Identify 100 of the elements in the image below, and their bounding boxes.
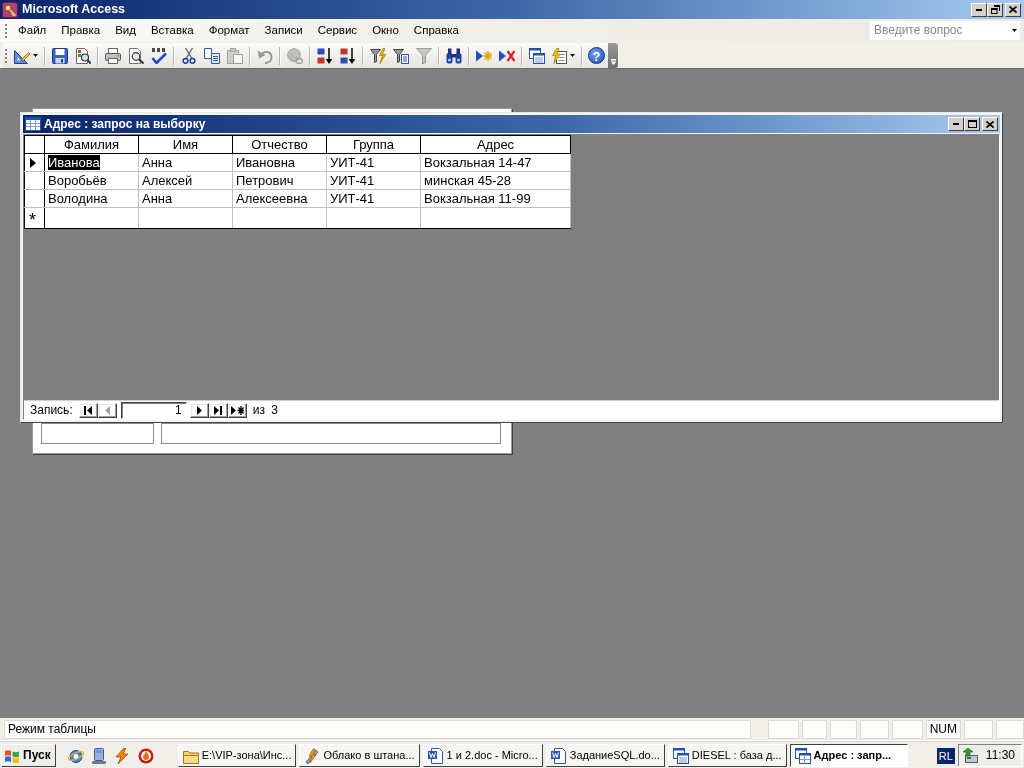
menu-item[interactable]: Правка (54, 21, 108, 40)
table-cell: Алексеевна (232, 189, 327, 208)
close-button[interactable] (982, 117, 998, 131)
copy-icon (203, 47, 220, 64)
table-cell[interactable] (326, 207, 421, 229)
minimize-icon (976, 8, 982, 11)
window-stack-icon (528, 47, 545, 64)
taskbar-button[interactable]: 1 и 2.doc - Micro... (422, 744, 543, 767)
caret-icon (1012, 29, 1017, 32)
start-button[interactable]: Пуск (1, 744, 56, 767)
record-count: из 3 (252, 402, 278, 418)
help-search-field[interactable]: Введите вопрос (870, 21, 1020, 40)
taskbar-button[interactable]: DIESEL : база д... (667, 744, 787, 767)
window-title: Microsoft Access (22, 2, 126, 17)
flag-icon (4, 748, 20, 763)
table-cell: Володина (44, 189, 139, 208)
first-record-icon (84, 405, 93, 415)
funnel-lightning-icon (369, 47, 386, 64)
window-title: Адрес : запрос на выборку (44, 116, 206, 132)
menu-item[interactable]: Сервис (310, 21, 365, 40)
table-cell[interactable] (138, 207, 233, 229)
table-cell[interactable] (420, 207, 571, 229)
minimize-button[interactable] (971, 2, 987, 17)
window-stack-icon (672, 747, 689, 764)
minimize-button[interactable] (948, 117, 964, 131)
clock-time: 11:30 (985, 748, 1015, 763)
pencil-lightning-icon (304, 747, 321, 764)
maximize-icon (967, 120, 977, 128)
key-icon (2, 1, 18, 18)
taskbar-button[interactable]: E:\VIP-зона\Инс... (177, 744, 297, 767)
checkmark-icon (150, 47, 167, 64)
menu-item[interactable]: Вид (108, 21, 143, 40)
row-selector[interactable] (24, 189, 45, 208)
computer-icon[interactable] (91, 747, 106, 764)
row-selector[interactable] (24, 171, 45, 190)
menu-item[interactable]: Справка (406, 21, 466, 40)
table-cell: УИТ-41 (326, 153, 421, 172)
menu-item[interactable]: Записи (257, 21, 310, 40)
table-cell: Петрович (232, 171, 327, 190)
next-record-icon (196, 405, 202, 415)
table-cell: УИТ-41 (326, 171, 421, 190)
document-icon (550, 747, 567, 764)
table-cell[interactable] (232, 207, 327, 229)
toolbar-options-button[interactable] (608, 43, 618, 68)
column-header[interactable]: Имя (138, 135, 233, 154)
column-header[interactable]: Отчество (232, 135, 327, 154)
column-header[interactable]: Адрес (420, 135, 571, 154)
navigator-label: Запись: (30, 402, 73, 418)
previous-record-icon (104, 405, 110, 415)
menu-item[interactable]: Вставка (143, 21, 201, 40)
last-record-icon (214, 405, 223, 415)
new-record-marker: * (24, 207, 45, 229)
page-magnifier-icon (127, 47, 144, 64)
datasheet-icon (794, 747, 811, 764)
navigator-button[interactable] (227, 402, 247, 418)
table-cell: Вокзальная 11-99 (420, 189, 571, 208)
globe-chain-icon (286, 47, 303, 64)
row-selector[interactable] (24, 153, 45, 172)
taskbar-button[interactable]: Облако в штана... (299, 744, 420, 767)
restore-button[interactable] (987, 2, 1003, 17)
menu-item[interactable]: Окно (365, 21, 406, 40)
navigator-button[interactable] (208, 402, 228, 418)
close-icon (986, 120, 994, 128)
select-all-corner[interactable] (24, 135, 45, 154)
input-field[interactable] (41, 423, 154, 444)
printer-icon (104, 47, 121, 64)
flame-disc-icon[interactable] (137, 747, 154, 764)
table-cell: Ивановна (232, 153, 327, 172)
new-record-icon (230, 405, 244, 415)
close-icon (1009, 6, 1017, 13)
restore-icon (990, 5, 1000, 14)
table-cell[interactable] (44, 207, 139, 229)
lightning-icon[interactable] (113, 747, 130, 764)
scissors-icon (180, 47, 197, 64)
clipboard-icon (226, 47, 243, 64)
funnel-icon (415, 47, 432, 64)
taskbar-button[interactable]: ЗаданиеSQL.do... (545, 744, 665, 767)
column-header[interactable]: Группа (326, 135, 421, 154)
table-cell: Иванова (44, 153, 139, 172)
arrow-cross-icon (498, 47, 515, 64)
browser-icon[interactable] (67, 747, 84, 764)
menu-item[interactable]: Файл (11, 21, 54, 40)
table-cell: Воробьёв (44, 171, 139, 190)
taskbar-button[interactable]: Адрес : запр... (789, 744, 908, 767)
datasheet-icon (25, 117, 41, 131)
status-text: Режим таблицы (4, 720, 751, 739)
record-number-field[interactable]: 1 (120, 401, 187, 419)
table-cell: Анна (138, 153, 233, 172)
column-header[interactable]: Фамилия (44, 135, 139, 154)
status-indicator: NUM (925, 720, 961, 739)
input-field[interactable] (161, 423, 501, 444)
menu-item[interactable]: Формат (201, 21, 257, 40)
sort-ascending-icon (316, 47, 333, 64)
navigator-button[interactable] (189, 402, 209, 418)
device-arrow-icon[interactable] (961, 747, 978, 764)
close-button[interactable] (1005, 2, 1021, 17)
navigator-button[interactable] (78, 402, 98, 418)
language-indicator[interactable]: RL (936, 747, 955, 764)
document-magnifier-icon (74, 47, 91, 64)
maximize-button[interactable] (964, 117, 980, 131)
